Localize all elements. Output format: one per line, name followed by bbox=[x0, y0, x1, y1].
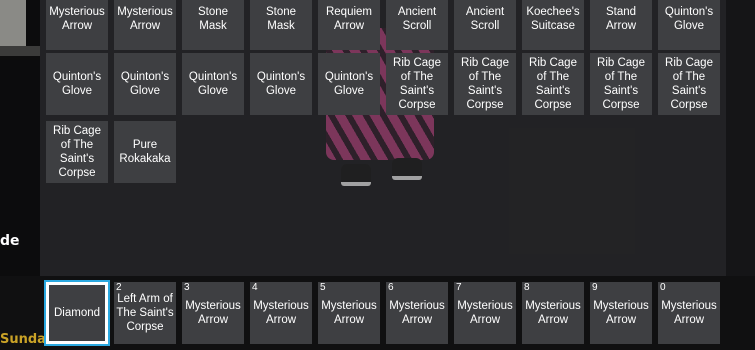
inventory-slot[interactable]: Requiem Arrow bbox=[318, 0, 380, 50]
inventory-slot-label: Quinton's Glove bbox=[664, 6, 714, 32]
inventory-slot[interactable]: Quinton's Glove bbox=[658, 0, 720, 50]
inventory-slot-label: Quinton's Glove bbox=[52, 71, 102, 97]
hotbar-slot-2[interactable]: 2 Left Arm of The Saint's Corpse bbox=[114, 282, 176, 344]
inventory-slot-label: Rib Cage of The Saint's Corpse bbox=[53, 125, 101, 179]
inventory-slot[interactable]: Stone Mask bbox=[250, 0, 312, 50]
inventory-slot-label: Mysterious Arrow bbox=[117, 6, 173, 32]
inventory-slot[interactable]: Stand Arrow bbox=[590, 0, 652, 50]
hotbar-slot-label: Left Arm of The Saint's Corpse bbox=[116, 293, 174, 333]
hotbar-slot-label: Diamond bbox=[53, 307, 101, 319]
hotbar-slot-label: Mysterious Arrow bbox=[253, 300, 309, 326]
inventory-slot-label: Quinton's Glove bbox=[324, 71, 374, 97]
hotbar-slot-5[interactable]: 5 Mysterious Arrow bbox=[318, 282, 380, 344]
inventory-slot[interactable]: Rib Cage of The Saint's Corpse bbox=[454, 53, 516, 115]
hotbar-slot-1[interactable]: Diamond bbox=[46, 282, 108, 344]
hotbar-slot-label: Mysterious Arrow bbox=[321, 300, 377, 326]
hotbar-slot-3[interactable]: 3 Mysterious Arrow bbox=[182, 282, 244, 344]
inventory-slot-label: Rib Cage of The Saint's Corpse bbox=[461, 57, 509, 111]
hotbar-key: 4 bbox=[252, 282, 258, 293]
hotbar-key: 8 bbox=[524, 282, 530, 293]
inventory-slot[interactable]: Quinton's Glove bbox=[46, 53, 108, 115]
inventory-slot-label: Ancient Scroll bbox=[465, 6, 505, 32]
inventory-slot-label: Rib Cage of The Saint's Corpse bbox=[665, 57, 713, 111]
hotbar-slot-9[interactable]: 9 Mysterious Arrow bbox=[590, 282, 652, 344]
inventory-slot[interactable]: Quinton's Glove bbox=[318, 53, 380, 115]
inventory-slot[interactable]: Rib Cage of The Saint's Corpse bbox=[522, 53, 584, 115]
inventory-slot-label: Stone Mask bbox=[265, 6, 297, 32]
inventory-slot[interactable]: Quinton's Glove bbox=[114, 53, 176, 115]
hotbar-slot-7[interactable]: 7 Mysterious Arrow bbox=[454, 282, 516, 344]
inventory-slot-label: Koechee's Suitcase bbox=[526, 6, 580, 32]
stone-ledge bbox=[0, 0, 26, 46]
hotbar-slot-label: Mysterious Arrow bbox=[661, 300, 717, 326]
inventory-slot-label: Quinton's Glove bbox=[120, 71, 170, 97]
inventory-slot-label: Pure Rokakaka bbox=[119, 139, 171, 165]
ledge-shadow bbox=[0, 46, 40, 56]
hotbar-key: 9 bbox=[592, 282, 598, 293]
inventory-slot-label: Ancient Scroll bbox=[397, 6, 437, 32]
hotbar-slot-label: Mysterious Arrow bbox=[525, 300, 581, 326]
hotbar-key: 0 bbox=[660, 282, 666, 293]
inventory-slot-label: Requiem Arrow bbox=[325, 6, 373, 32]
hotbar-slot-label: Mysterious Arrow bbox=[389, 300, 445, 326]
side-text: de bbox=[0, 233, 20, 249]
inventory-slot[interactable]: Mysterious Arrow bbox=[46, 0, 108, 50]
inventory-slot[interactable]: Rib Cage of The Saint's Corpse bbox=[386, 53, 448, 115]
hotbar-slot-4[interactable]: 4 Mysterious Arrow bbox=[250, 282, 312, 344]
hotbar-key: 5 bbox=[320, 282, 326, 293]
inventory-slot-label: Quinton's Glove bbox=[256, 71, 306, 97]
hotbar-slot-label: Mysterious Arrow bbox=[593, 300, 649, 326]
hotbar-slot-6[interactable]: 6 Mysterious Arrow bbox=[386, 282, 448, 344]
inventory-slot[interactable]: Rib Cage of The Saint's Corpse bbox=[590, 53, 652, 115]
hotbar-slot-label: Mysterious Arrow bbox=[457, 300, 513, 326]
hotbar-key: 6 bbox=[388, 282, 394, 293]
inventory-slot[interactable]: Pure Rokakaka bbox=[114, 121, 176, 183]
inventory-slot-label: Mysterious Arrow bbox=[49, 6, 105, 32]
hotbar-key: 3 bbox=[184, 282, 190, 293]
inventory-slot[interactable]: Ancient Scroll bbox=[454, 0, 516, 50]
inventory-slot-label: Rib Cage of The Saint's Corpse bbox=[393, 57, 441, 111]
inventory-slot-label: Stone Mask bbox=[197, 6, 229, 32]
inventory-slot-label: Rib Cage of The Saint's Corpse bbox=[529, 57, 577, 111]
inventory-slot[interactable]: Quinton's Glove bbox=[250, 53, 312, 115]
inventory-slot-label: Rib Cage of The Saint's Corpse bbox=[597, 57, 645, 111]
inventory-slot-label: Quinton's Glove bbox=[188, 71, 238, 97]
inventory-slot[interactable]: Ancient Scroll bbox=[386, 0, 448, 50]
inventory-slot[interactable]: Mysterious Arrow bbox=[114, 0, 176, 50]
hotbar-slot-label: Mysterious Arrow bbox=[185, 300, 241, 326]
inventory-panel: Mysterious Arrow Mysterious Arrow Stone … bbox=[40, 0, 726, 276]
inventory-slot[interactable]: Quinton's Glove bbox=[182, 53, 244, 115]
hotbar-slot-10[interactable]: 0 Mysterious Arrow bbox=[658, 282, 720, 344]
inventory-slot-label: Stand Arrow bbox=[605, 6, 637, 32]
inventory-slot[interactable]: Rib Cage of The Saint's Corpse bbox=[46, 121, 108, 183]
inventory-slot[interactable]: Stone Mask bbox=[182, 0, 244, 50]
hotbar-key: 7 bbox=[456, 282, 462, 293]
hotbar-slot-8[interactable]: 8 Mysterious Arrow bbox=[522, 282, 584, 344]
inventory-slot[interactable]: Koechee's Suitcase bbox=[522, 0, 584, 50]
hotbar-key: 2 bbox=[116, 282, 122, 293]
inventory-slot[interactable]: Rib Cage of The Saint's Corpse bbox=[658, 53, 720, 115]
